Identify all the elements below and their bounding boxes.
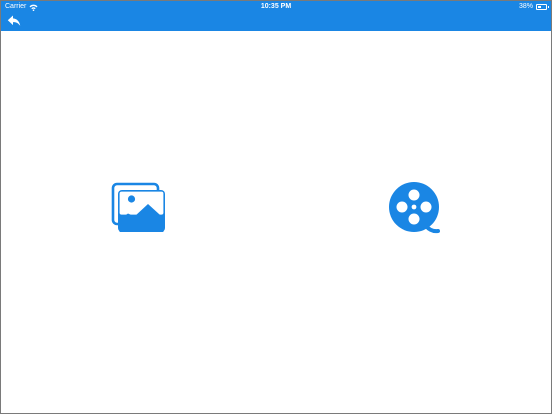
- battery-percentage: 38%: [518, 3, 533, 10]
- battery-level-fill: [538, 6, 541, 8]
- navigation-bar: Carrier 10:35 PM 38%: [1, 1, 551, 31]
- photo-gallery-button[interactable]: [111, 182, 167, 234]
- video-button[interactable]: [388, 182, 442, 234]
- status-bar: Carrier 10:35 PM 38%: [1, 1, 551, 13]
- back-button[interactable]: [6, 13, 22, 29]
- back-arrow-icon: [7, 15, 21, 26]
- photo-gallery-icon: [111, 182, 165, 232]
- app-screen: Carrier 10:35 PM 38%: [0, 0, 552, 414]
- status-time: 10:35 PM: [260, 3, 292, 10]
- battery-group: 38%: [518, 1, 549, 13]
- battery-icon: [536, 4, 549, 10]
- film-reel-icon: [389, 182, 440, 234]
